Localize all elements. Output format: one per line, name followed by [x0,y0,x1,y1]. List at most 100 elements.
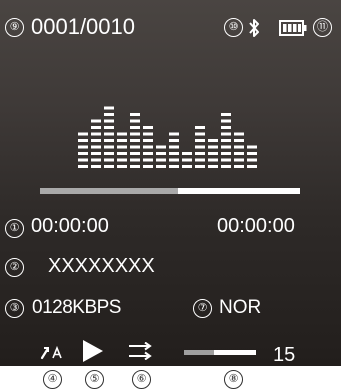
spectrum-segment [104,119,114,123]
spectrum-segment [221,132,231,136]
spectrum-segment [143,126,153,129]
battery-segment [288,24,292,32]
callout-1: ① [5,219,24,238]
spectrum-segment [130,139,140,142]
spectrum-segment [130,158,140,162]
spectrum-segment [91,165,101,168]
spectrum-segment [104,158,114,162]
spectrum-segment [156,158,166,162]
spectrum-segment [208,139,218,142]
spectrum-segment [117,132,127,136]
spectrum-segment [130,145,140,149]
spectrum-segment [91,152,101,155]
spectrum-segment [117,139,127,142]
spectrum-segment [234,139,244,142]
spectrum-segment [104,106,114,110]
spectrum-segment [117,152,127,155]
volume-slider[interactable] [184,350,256,355]
callout-7: ⑦ [193,299,212,318]
eq-mode-label: NOR [219,297,262,318]
spectrum-segment [130,119,140,123]
spectrum-segment [104,139,114,142]
spectrum-segment [143,152,153,155]
spectrum-segment [208,152,218,155]
spectrum-segment [221,158,231,162]
repeat-sequential-icon[interactable] [128,342,154,360]
spectrum-segment [208,145,218,149]
spectrum-segment [130,152,140,155]
callout-10: ⑩ [224,18,243,37]
battery-segment [293,24,297,32]
spectrum-segment [91,139,101,142]
callout-4: ④ [43,370,62,389]
play-icon[interactable] [82,339,104,363]
spectrum-segment [169,145,179,149]
player-frame: ⑨ 0001/0010 ⑩ ⑪ ① 00:00:00 00:00:00 ② XX… [0,0,341,390]
sound-effect-icon[interactable] [40,344,66,360]
spectrum-segment [78,139,88,142]
spectrum-segment [169,132,179,136]
spectrum-segment [195,139,205,142]
volume-level [184,350,215,355]
callout-5: ⑤ [85,370,104,389]
spectrum-segment [78,152,88,155]
spectrum-segment [104,145,114,149]
spectrum-segment [143,132,153,136]
spectrum-segment [234,158,244,162]
equalizer-spectrum-icon [78,106,257,168]
spectrum-segment [143,158,153,162]
spectrum-segment [104,113,114,116]
callout-8: ⑧ [224,370,243,389]
track-counter: 0001/0010 [31,14,135,39]
spectrum-segment [117,158,127,162]
spectrum-segment [221,113,231,116]
spectrum-segment [234,152,244,155]
spectrum-segment [221,139,231,142]
spectrum-segment [143,145,153,149]
spectrum-segment [247,145,257,149]
spectrum-segment [221,126,231,129]
spectrum-segment [156,152,166,155]
battery-icon [279,20,307,36]
volume-value: 15 [273,344,296,366]
spectrum-segment [247,165,257,168]
spectrum-segment [117,145,127,149]
spectrum-segment [91,126,101,129]
spectrum-segment [234,165,244,168]
spectrum-segment [104,165,114,168]
spectrum-segment [104,132,114,136]
spectrum-segment [169,158,179,162]
elapsed-time: 00:00:00 [31,215,109,237]
spectrum-segment [91,145,101,149]
bluetooth-icon [249,19,259,37]
spectrum-segment [247,158,257,162]
spectrum-segment [169,165,179,168]
spectrum-segment [221,119,231,123]
spectrum-segment [169,139,179,142]
spectrum-segment [221,145,231,149]
callout-3: ③ [5,299,24,318]
spectrum-segment [195,165,205,168]
spectrum-segment [234,145,244,149]
callout-9: ⑨ [5,18,24,37]
spectrum-segment [130,165,140,168]
track-title: XXXXXXXX [48,255,155,277]
spectrum-segment [91,132,101,136]
spectrum-segment [130,113,140,116]
spectrum-segment [208,165,218,168]
battery-segment [298,24,301,32]
spectrum-segment [234,132,244,136]
spectrum-segment [208,158,218,162]
spectrum-segment [221,165,231,168]
spectrum-segment [78,158,88,162]
spectrum-segment [104,126,114,129]
spectrum-segment [104,152,114,155]
callout-6: ⑥ [132,370,151,389]
progress-bar[interactable] [40,188,300,194]
spectrum-segment [195,152,205,155]
spectrum-segment [169,152,179,155]
spectrum-segment [182,152,192,155]
spectrum-segment [195,132,205,136]
callout-11: ⑪ [313,18,332,37]
spectrum-segment [247,152,257,155]
